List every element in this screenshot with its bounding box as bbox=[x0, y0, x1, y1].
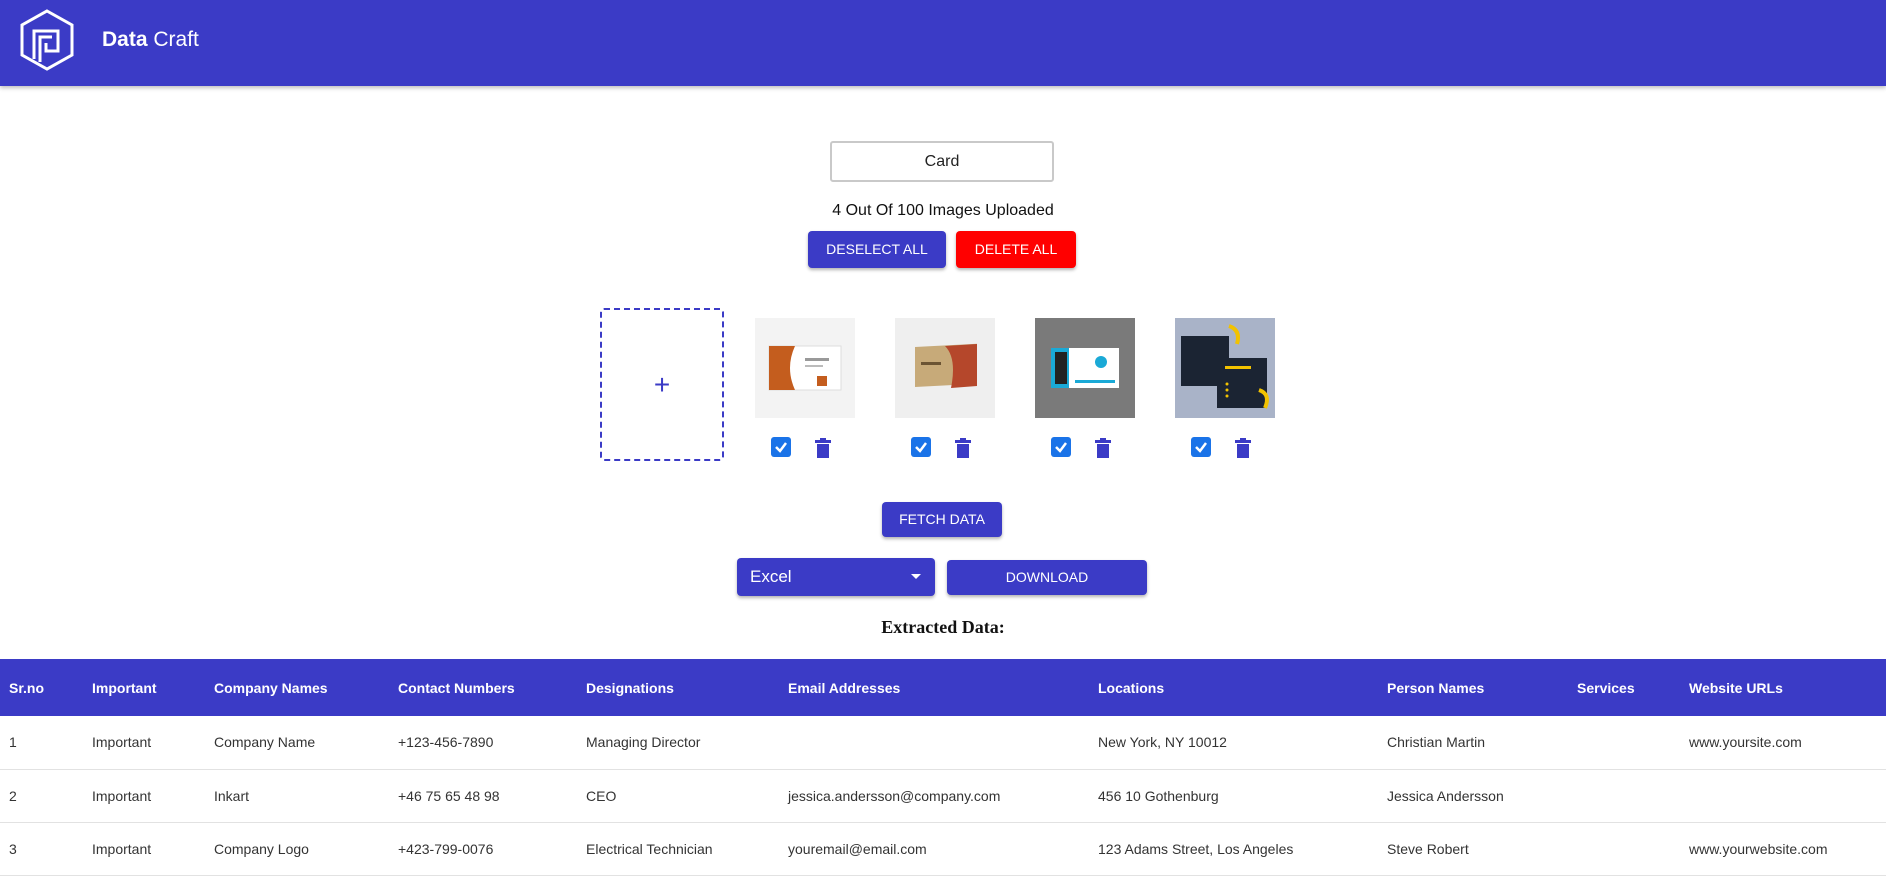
table-cell: +423-799-0076 bbox=[398, 840, 494, 857]
column-header[interactable]: Contact Numbers bbox=[389, 659, 577, 716]
table-cell: 3 bbox=[9, 840, 17, 857]
table-row: 1 Important Company Name +123-456-7890 M… bbox=[0, 716, 1886, 769]
table-cell: 123 Adams Street, Los Angeles bbox=[1098, 840, 1294, 857]
table-cell: +46 75 65 48 98 bbox=[398, 787, 500, 804]
plus-icon: + bbox=[653, 369, 671, 400]
trash-icon[interactable] bbox=[1095, 438, 1111, 458]
table-cell bbox=[1568, 769, 1680, 822]
table-cell: 1 bbox=[9, 734, 17, 751]
trash-icon[interactable] bbox=[1235, 438, 1251, 458]
export-format-value: Excel bbox=[750, 567, 792, 586]
table-cell: Important bbox=[92, 734, 152, 751]
table-cell: Christian Martin bbox=[1387, 734, 1486, 751]
table-cell: +123-456-7890 bbox=[398, 734, 494, 751]
table-cell: jessica.andersson@company.com bbox=[788, 787, 1001, 804]
image-select-checkbox[interactable] bbox=[1191, 437, 1211, 457]
table-cell: Important bbox=[92, 840, 152, 857]
column-header[interactable]: Person Names bbox=[1378, 659, 1568, 716]
column-header[interactable]: Email Addresses bbox=[779, 659, 1089, 716]
column-header[interactable]: Sr.no bbox=[0, 659, 83, 716]
image-thumbnail[interactable] bbox=[1035, 318, 1135, 418]
table-header-row: Sr.no Important Company Names Contact Nu… bbox=[0, 659, 1886, 716]
image-select-checkbox[interactable] bbox=[771, 437, 791, 457]
table-cell: 456 10 Gothenburg bbox=[1098, 787, 1219, 804]
table-row: 3 Important Company Logo +423-799-0076 E… bbox=[0, 822, 1886, 875]
column-header[interactable]: Company Names bbox=[205, 659, 389, 716]
column-header[interactable]: Services bbox=[1568, 659, 1680, 716]
image-select-checkbox[interactable] bbox=[911, 437, 931, 457]
column-header[interactable]: Designations bbox=[577, 659, 779, 716]
table-cell: Inkart bbox=[214, 787, 250, 804]
table-cell: 2 bbox=[9, 787, 17, 804]
extracted-data-table: Sr.no Important Company Names Contact Nu… bbox=[0, 659, 1886, 876]
trash-icon[interactable] bbox=[815, 438, 831, 458]
table-cell: Jessica Andersson bbox=[1387, 787, 1504, 804]
table-cell: www.yourwebsite.com bbox=[1689, 840, 1828, 857]
document-type-field[interactable]: Card bbox=[830, 141, 1054, 182]
table-cell bbox=[1568, 716, 1680, 769]
add-image-tile[interactable]: + bbox=[600, 308, 724, 461]
table-cell: CEO bbox=[586, 787, 617, 804]
table-cell: www.yoursite.com bbox=[1689, 734, 1802, 751]
deselect-all-button[interactable]: Deselect All bbox=[808, 231, 946, 268]
table-cell: Important bbox=[92, 787, 152, 804]
upload-count-text: 4 Out Of 100 Images Uploaded bbox=[832, 202, 1054, 219]
app-title: Data Craft bbox=[102, 28, 199, 51]
download-button[interactable]: Download bbox=[947, 560, 1147, 595]
table-cell bbox=[1568, 822, 1680, 875]
table-cell: Company Name bbox=[214, 734, 316, 751]
table-row: 2 Important Inkart +46 75 65 48 98 CEO j… bbox=[0, 769, 1886, 822]
delete-all-button[interactable]: Delete All bbox=[956, 231, 1076, 268]
table-cell: Company Logo bbox=[214, 840, 309, 857]
table-cell bbox=[1680, 769, 1886, 822]
image-thumbnail[interactable] bbox=[895, 318, 995, 418]
image-thumbnail[interactable] bbox=[1175, 318, 1275, 418]
column-header[interactable]: Important bbox=[83, 659, 205, 716]
table-cell: Managing Director bbox=[586, 734, 701, 751]
column-header[interactable]: Locations bbox=[1089, 659, 1378, 716]
table-cell: youremail@email.com bbox=[788, 840, 927, 857]
column-header[interactable]: Website URLs bbox=[1680, 659, 1886, 716]
table-cell bbox=[779, 716, 1089, 769]
image-thumbnail[interactable] bbox=[755, 318, 855, 418]
table-cell: New York, NY 10012 bbox=[1098, 734, 1227, 751]
export-format-select[interactable]: Excel bbox=[737, 558, 935, 596]
table-cell: Electrical Technician bbox=[586, 840, 713, 857]
extracted-data-heading: Extracted Data: bbox=[881, 617, 1005, 637]
caret-down-icon bbox=[911, 574, 921, 579]
trash-icon[interactable] bbox=[955, 438, 971, 458]
table-cell: Steve Robert bbox=[1387, 840, 1469, 857]
image-select-checkbox[interactable] bbox=[1051, 437, 1071, 457]
fetch-data-button[interactable]: Fetch Data bbox=[882, 502, 1002, 537]
data-craft-logo-icon bbox=[20, 9, 74, 71]
app-header: Data Craft bbox=[0, 0, 1886, 86]
